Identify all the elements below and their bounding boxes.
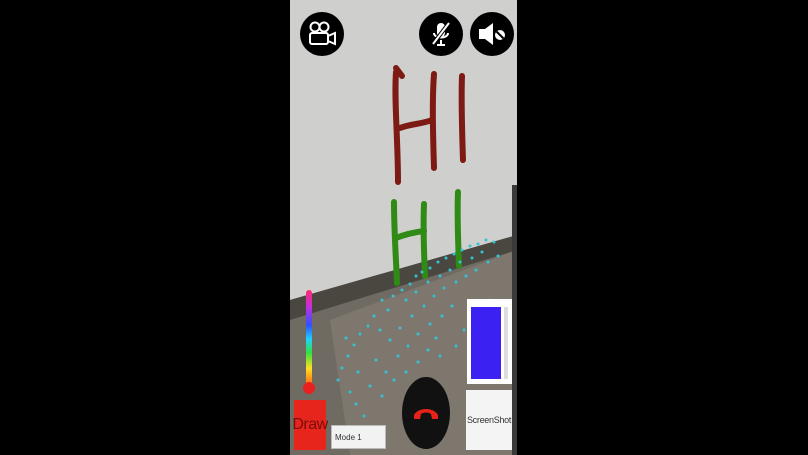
end-call-button[interactable] — [402, 377, 450, 449]
video-camera-icon — [309, 21, 336, 46]
draw-button[interactable]: Draw — [292, 400, 328, 450]
mic-muted-icon — [431, 21, 451, 46]
color-preview-scrollbar — [504, 307, 508, 379]
color-slider[interactable] — [306, 290, 312, 388]
mute-speaker-button[interactable] — [470, 12, 514, 56]
mode-dropdown[interactable]: Mode 1 — [331, 425, 386, 449]
phone-screen: Draw Mode 1 ScreenShot — [290, 0, 517, 455]
color-preview-fill — [471, 307, 501, 379]
draw-button-label: Draw — [292, 416, 328, 433]
video-camera-button[interactable] — [300, 12, 344, 56]
screenshot-button[interactable]: ScreenShot — [466, 390, 512, 450]
speaker-muted-icon — [479, 23, 505, 45]
mode-dropdown-value: Mode 1 — [335, 433, 362, 442]
screenshot-button-label: ScreenShot — [466, 415, 512, 425]
color-slider-handle[interactable] — [303, 382, 315, 394]
mute-mic-button[interactable] — [419, 12, 463, 56]
phone-hangup-icon — [414, 409, 438, 419]
color-preview[interactable] — [467, 299, 512, 384]
camera-view — [290, 0, 517, 455]
